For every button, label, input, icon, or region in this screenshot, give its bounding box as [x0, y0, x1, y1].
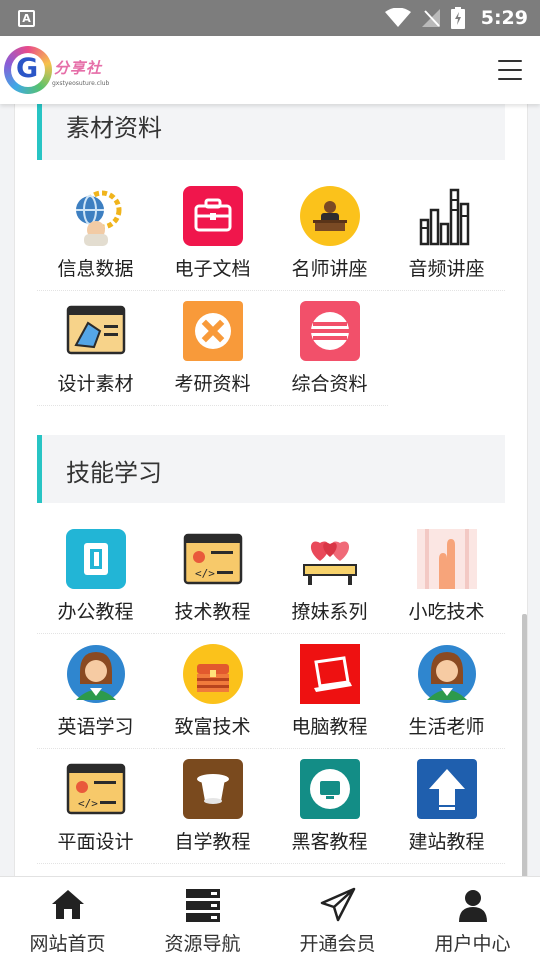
grid-item-label: 黑客教程	[291, 831, 368, 853]
grid-item-wealth[interactable]: 致富技术	[154, 634, 271, 749]
grid-item-label: 平面设计	[57, 831, 134, 853]
grid-item-website[interactable]: 建站教程	[388, 749, 505, 864]
svg-text:</>: </>	[195, 567, 215, 580]
toolbox-icon	[183, 186, 243, 246]
wifi-icon	[384, 8, 411, 27]
tab-label: 网站首页	[29, 933, 106, 955]
grid-item-e-docs[interactable]: 电子文档	[154, 176, 271, 291]
pencil-ruler-icon	[183, 301, 243, 361]
grid-item-dating[interactable]: 撩妹系列	[271, 519, 388, 634]
audio-bars-icon	[419, 188, 470, 246]
hearts-bench-icon	[303, 541, 357, 585]
grid-item-label: 综合资料	[291, 373, 368, 395]
design-window-icon	[66, 305, 126, 355]
lecturer-icon	[300, 186, 360, 246]
grid-item-office[interactable]: 办公教程	[37, 519, 154, 634]
clock: 5:29	[480, 7, 528, 29]
app-header: G 分享社 gxstyeosuture.club	[0, 36, 540, 104]
grid-item-label: 办公教程	[57, 601, 134, 623]
grid-item-label: 撩妹系列	[291, 601, 368, 623]
hand-icon	[417, 529, 477, 589]
scrollbar[interactable]	[522, 614, 527, 876]
grid-item-label: 致富技术	[174, 716, 251, 738]
user-icon	[458, 890, 487, 922]
hat-icon	[183, 759, 243, 819]
logo-letter: G	[16, 53, 39, 84]
grid-item-graphic-design[interactable]: </> 平面设计	[37, 749, 154, 864]
grid-item-label: 英语学习	[57, 716, 134, 738]
grid-item-self-study[interactable]: 自学教程	[154, 749, 271, 864]
tab-membership[interactable]: 开通会员	[270, 877, 405, 960]
grid-item-label: 音频讲座	[408, 258, 485, 280]
code-window-icon: </>	[66, 763, 126, 815]
home-icon	[51, 890, 84, 919]
logo-text: 分享社	[54, 59, 103, 77]
server-icon	[185, 889, 220, 922]
content-card: 素材资料 信息数据 电子文档 名师讲座 音频讲座 设计素材 考研资料 综合资料 …	[14, 104, 528, 876]
section-header-skills: 技能学习	[37, 435, 505, 503]
grid-item-life-teacher[interactable]: 生活老师	[388, 634, 505, 749]
grid-item-label: 名师讲座	[291, 258, 368, 280]
tab-label: 用户中心	[434, 933, 511, 955]
status-icons: 5:29	[384, 6, 528, 30]
tab-resources[interactable]: 资源导航	[135, 877, 270, 960]
monitor-icon	[300, 759, 360, 819]
battery-charging-icon	[450, 7, 465, 29]
grid-item-design-materials[interactable]: 设计素材	[37, 291, 154, 406]
treasure-chest-icon	[183, 644, 243, 704]
no-signal-icon	[421, 9, 440, 27]
section-title: 素材资料	[66, 114, 162, 142]
data-globe-icon	[76, 190, 122, 246]
grid-item-tech[interactable]: </> 技术教程	[154, 519, 271, 634]
grid-item-label: 生活老师	[408, 716, 485, 738]
section-title: 技能学习	[66, 459, 162, 487]
woman-avatar-icon	[67, 645, 125, 703]
grid-item-hacker[interactable]: 黑客教程	[271, 749, 388, 864]
tab-home[interactable]: 网站首页	[0, 877, 135, 960]
logo-subtext: gxstyeosuture.club	[52, 80, 110, 87]
app-notification-icon: A	[18, 10, 35, 27]
grid-item-snacks[interactable]: 小吃技术	[388, 519, 505, 634]
grid-item-label: 技术教程	[174, 601, 251, 623]
grid-item-label: 自学教程	[174, 831, 251, 853]
tab-label: 资源导航	[164, 933, 241, 955]
office-icon	[66, 529, 126, 589]
grid-item-label: 设计素材	[57, 373, 134, 395]
grid-item-computer[interactable]: 电脑教程	[271, 634, 388, 749]
tab-label: 开通会员	[299, 933, 376, 955]
grid-item-label: 考研资料	[174, 373, 251, 395]
tab-user-center[interactable]: 用户中心	[405, 877, 540, 960]
status-bar: A 5:29	[0, 0, 540, 36]
grid-item-english[interactable]: 英语学习	[37, 634, 154, 749]
upload-arrow-icon	[417, 759, 477, 819]
grid-item-label: 建站教程	[408, 831, 485, 853]
section-header-materials: 素材资料	[37, 104, 505, 160]
grid-item-exam-materials[interactable]: 考研资料	[154, 291, 271, 406]
svg-text:</>: </>	[78, 797, 98, 810]
paper-plane-icon	[320, 887, 355, 922]
grid-item-audio-lectures[interactable]: 音频讲座	[388, 176, 505, 291]
grid-item-general-materials[interactable]: 综合资料	[271, 291, 388, 406]
grid-item-info-data[interactable]: 信息数据	[37, 176, 154, 291]
grid-item-label: 小吃技术	[408, 601, 485, 623]
code-window-icon: </>	[183, 533, 243, 585]
hamburger-menu-icon[interactable]	[498, 60, 522, 80]
woman-avatar-icon	[418, 645, 476, 703]
laptop-icon	[300, 644, 360, 704]
grid-item-lectures[interactable]: 名师讲座	[271, 176, 388, 291]
stack-icon	[300, 301, 360, 361]
grid-item-label: 电子文档	[174, 258, 251, 280]
grid-item-label: 信息数据	[57, 258, 134, 280]
site-logo[interactable]: G 分享社 gxstyeosuture.club	[4, 44, 110, 96]
grid-item-label: 电脑教程	[291, 716, 368, 738]
bottom-tab-bar: 网站首页 资源导航 开通会员 用户中心	[0, 876, 540, 960]
